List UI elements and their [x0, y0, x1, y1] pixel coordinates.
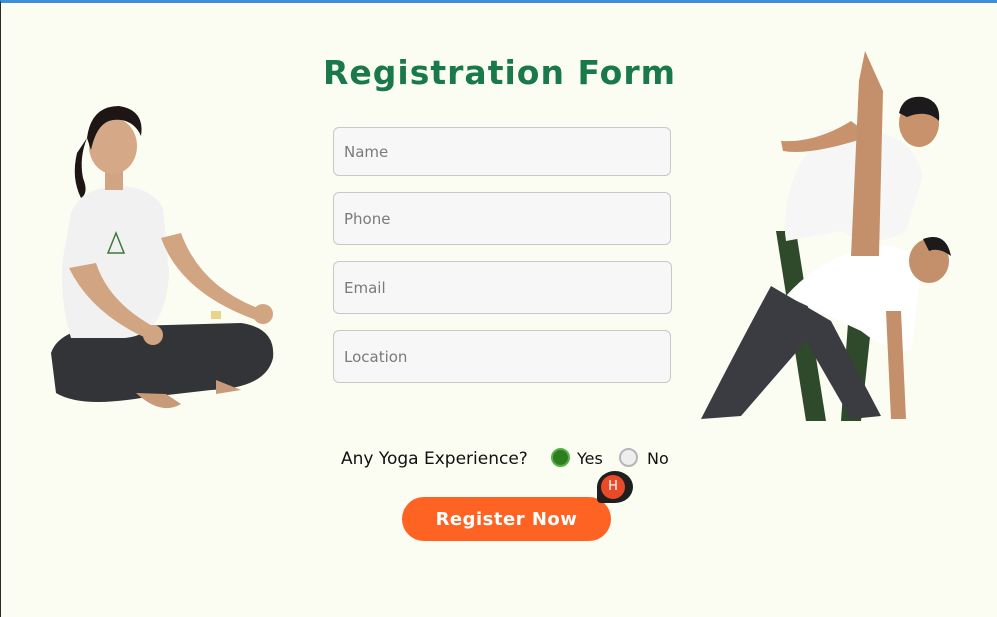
- no-radio-label[interactable]: No: [647, 449, 669, 468]
- location-input[interactable]: [333, 330, 671, 383]
- yes-radio[interactable]: [551, 448, 570, 467]
- no-radio[interactable]: [619, 448, 638, 467]
- meditating-woman-illustration: [51, 106, 274, 409]
- cursor-avatar: H: [601, 475, 625, 499]
- yoga-instructor-illustration: [701, 51, 951, 421]
- phone-input[interactable]: [333, 192, 671, 245]
- yoga-experience-label: Any Yoga Experience?: [341, 449, 528, 469]
- yes-radio-label[interactable]: Yes: [577, 449, 603, 468]
- register-now-button[interactable]: Register Now: [402, 497, 611, 541]
- email-input[interactable]: [333, 261, 672, 314]
- cursor-badge: H: [597, 471, 635, 505]
- yoga-experience-group: Any Yoga Experience? Yes No: [1, 446, 997, 472]
- page-frame: Registration Form Name Phone Email Locat…: [0, 0, 997, 617]
- name-input[interactable]: [333, 127, 671, 176]
